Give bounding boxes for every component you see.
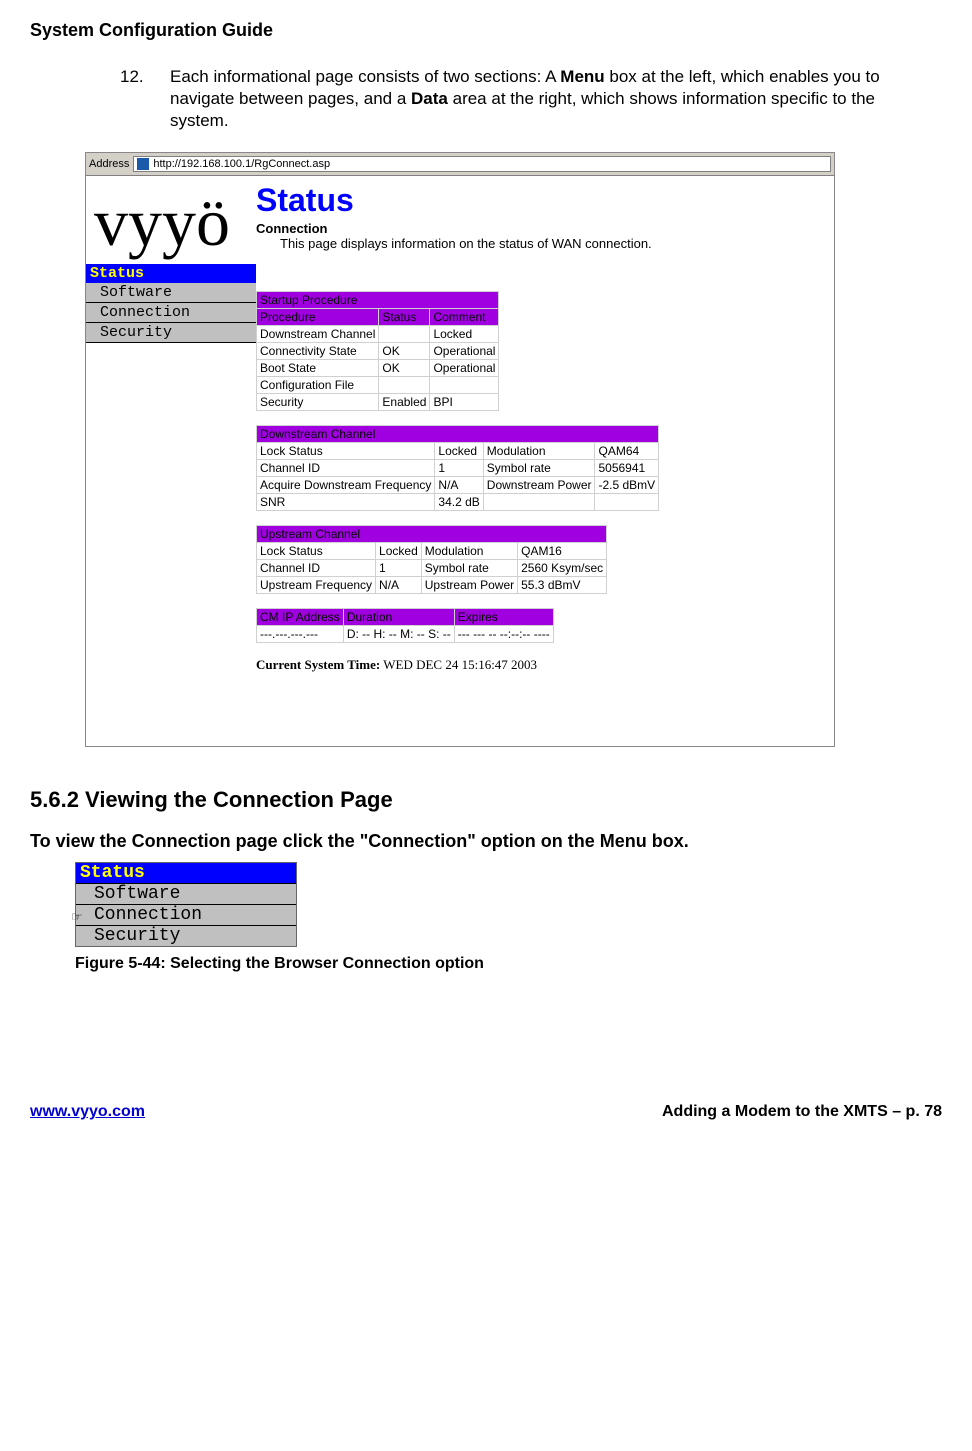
cursor-icon: ☞ <box>72 907 82 927</box>
startup-table: Startup Procedure Procedure Status Comme… <box>256 291 499 411</box>
system-time: Current System Time: WED DEC 24 15:16:47… <box>256 657 828 673</box>
footer-url[interactable]: www.vyyo.com <box>30 1103 145 1121</box>
address-input[interactable]: http://192.168.100.1/RgConnect.asp <box>133 156 831 172</box>
menu2-header[interactable]: Status <box>76 863 296 883</box>
figure-caption: Figure 5-44: Selecting the Browser Conne… <box>75 955 942 973</box>
item-text: Each informational page consists of two … <box>170 66 882 132</box>
page-footer: www.vyyo.com Adding a Modem to the XMTS … <box>30 1103 942 1121</box>
upstream-table: Upstream Channel Lock StatusLockedModula… <box>256 525 607 594</box>
ie-icon <box>137 158 149 170</box>
data-area: Status Connection This page displays inf… <box>256 176 834 746</box>
item-number: 12. <box>120 66 170 132</box>
vyyo-logo: vyyö <box>86 176 256 264</box>
status-title: Status <box>256 182 828 219</box>
connection-desc: This page displays information on the st… <box>280 236 828 251</box>
url-text: http://192.168.100.1/RgConnect.asp <box>153 158 330 170</box>
cmip-table: CM IP Address Duration Expires ---.---.-… <box>256 608 554 643</box>
page-header: System Configuration Guide <box>30 20 942 41</box>
menu-screenshot: Status Software ☞ Connection Security <box>75 862 297 947</box>
footer-right: Adding a Modem to the XMTS – p. 78 <box>662 1103 942 1121</box>
menu2-item-connection[interactable]: ☞ Connection <box>76 904 296 925</box>
menu-item-connection[interactable]: Connection <box>86 303 256 323</box>
nav-menu: Status Software Connection Security <box>86 264 256 343</box>
section-instruction: To view the Connection page click the "C… <box>30 831 942 852</box>
menu2-item-security[interactable]: Security <box>76 925 296 946</box>
menu-item-security[interactable]: Security <box>86 323 256 343</box>
browser-screenshot: Address http://192.168.100.1/RgConnect.a… <box>85 152 835 747</box>
list-item-12: 12. Each informational page consists of … <box>120 66 882 132</box>
downstream-table: Downstream Channel Lock StatusLockedModu… <box>256 425 659 511</box>
menu-item-software[interactable]: Software <box>86 283 256 303</box>
menu2-item-software[interactable]: Software <box>76 883 296 904</box>
menu-header-status[interactable]: Status <box>86 264 256 283</box>
left-column: vyyö Status Software Connection Security <box>86 176 256 746</box>
section-5-6-2-heading: 5.6.2 Viewing the Connection Page <box>30 787 942 813</box>
address-label: Address <box>89 158 129 170</box>
address-bar: Address http://192.168.100.1/RgConnect.a… <box>86 153 834 176</box>
connection-subtitle: Connection <box>256 221 828 236</box>
